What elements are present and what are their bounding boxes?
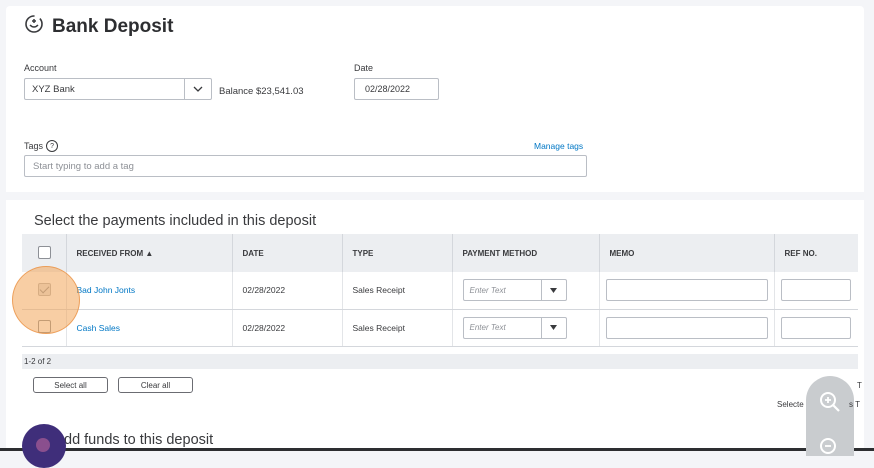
column-ref-no[interactable]: REF NO. <box>774 234 858 272</box>
chevron-down-icon[interactable] <box>184 79 211 99</box>
column-date[interactable]: DATE <box>232 234 343 272</box>
table-row: Bad John Jonts 02/28/2022 Sales Receipt … <box>22 272 858 310</box>
account-select[interactable]: XYZ Bank <box>24 78 212 100</box>
selected-total-partial: s T <box>849 400 860 409</box>
payment-method-placeholder: Enter Text <box>469 323 506 332</box>
pagination-bar: 1-2 of 2 <box>22 354 858 369</box>
table-row: Cash Sales 02/28/2022 Sales Receipt Ente… <box>22 309 858 347</box>
table-header-row: RECEIVED FROM ▲ DATE TYPE PAYMENT METHOD… <box>22 234 858 272</box>
column-type[interactable]: TYPE <box>342 234 453 272</box>
pagination-text: 1-2 of 2 <box>24 357 52 366</box>
received-from-link[interactable]: Cash Sales <box>66 309 233 347</box>
memo-input[interactable] <box>605 316 768 339</box>
account-balance: Balance $23,541.03 <box>219 86 304 97</box>
help-icon[interactable]: ? <box>46 140 59 152</box>
tags-input[interactable]: Start typing to add a tag <box>24 155 587 177</box>
date-input[interactable]: 02/28/2022 <box>354 78 439 100</box>
page-header: Bank Deposit <box>24 14 173 39</box>
column-received-from[interactable]: RECEIVED FROM ▲ <box>66 234 233 272</box>
ref-no-input[interactable] <box>780 279 851 302</box>
zoom-in-icon[interactable] <box>818 390 842 419</box>
row-type: Sales Receipt <box>342 309 453 347</box>
bank-deposit-icon <box>24 14 44 39</box>
received-from-link[interactable]: Bad John Jonts <box>66 272 233 310</box>
row-date: 02/28/2022 <box>232 272 343 310</box>
payment-method-placeholder: Enter Text <box>469 285 506 295</box>
column-memo[interactable]: MEMO <box>599 234 775 272</box>
ref-no-cell <box>774 309 858 347</box>
column-payment-method[interactable]: PAYMENT METHOD <box>452 234 600 272</box>
ref-no-input[interactable] <box>780 316 851 339</box>
payment-method-select[interactable]: Enter Text <box>462 316 567 339</box>
header-checkbox[interactable] <box>38 245 51 259</box>
tags-label: Tags <box>24 141 44 151</box>
payment-method-select[interactable]: Enter Text <box>462 279 567 302</box>
row-type: Sales Receipt <box>342 272 453 310</box>
caret-down-icon[interactable] <box>540 280 566 301</box>
tags-label-group: Tags ? <box>24 140 59 152</box>
page-title: Bank Deposit <box>52 15 174 37</box>
date-label: Date <box>354 63 374 73</box>
account-value: XYZ Bank <box>32 83 75 95</box>
section-divider <box>6 192 864 200</box>
manage-tags-link[interactable]: Manage tags <box>534 141 583 151</box>
memo-cell <box>599 309 775 347</box>
total-label-partial: T <box>857 381 862 390</box>
account-label: Account <box>24 63 57 73</box>
select-all-button[interactable]: Select all <box>33 377 108 393</box>
payments-section-title: Select the payments included in this dep… <box>34 213 317 229</box>
memo-cell <box>599 272 775 310</box>
payment-method-cell: Enter Text <box>452 309 600 347</box>
zoom-controls <box>806 376 854 456</box>
add-funds-title: dd funds to this deposit <box>64 432 214 448</box>
avatar[interactable] <box>22 424 66 468</box>
clear-all-button[interactable]: Clear all <box>118 377 193 393</box>
payment-method-cell: Enter Text <box>452 272 600 310</box>
memo-input[interactable] <box>605 279 768 302</box>
payments-table: RECEIVED FROM ▲ DATE TYPE PAYMENT METHOD… <box>22 234 858 347</box>
click-highlight <box>12 266 80 334</box>
ref-no-cell <box>774 272 858 310</box>
row-date: 02/28/2022 <box>232 309 343 347</box>
selected-label-partial: Selecte <box>777 400 804 409</box>
caret-down-icon[interactable] <box>540 317 566 338</box>
